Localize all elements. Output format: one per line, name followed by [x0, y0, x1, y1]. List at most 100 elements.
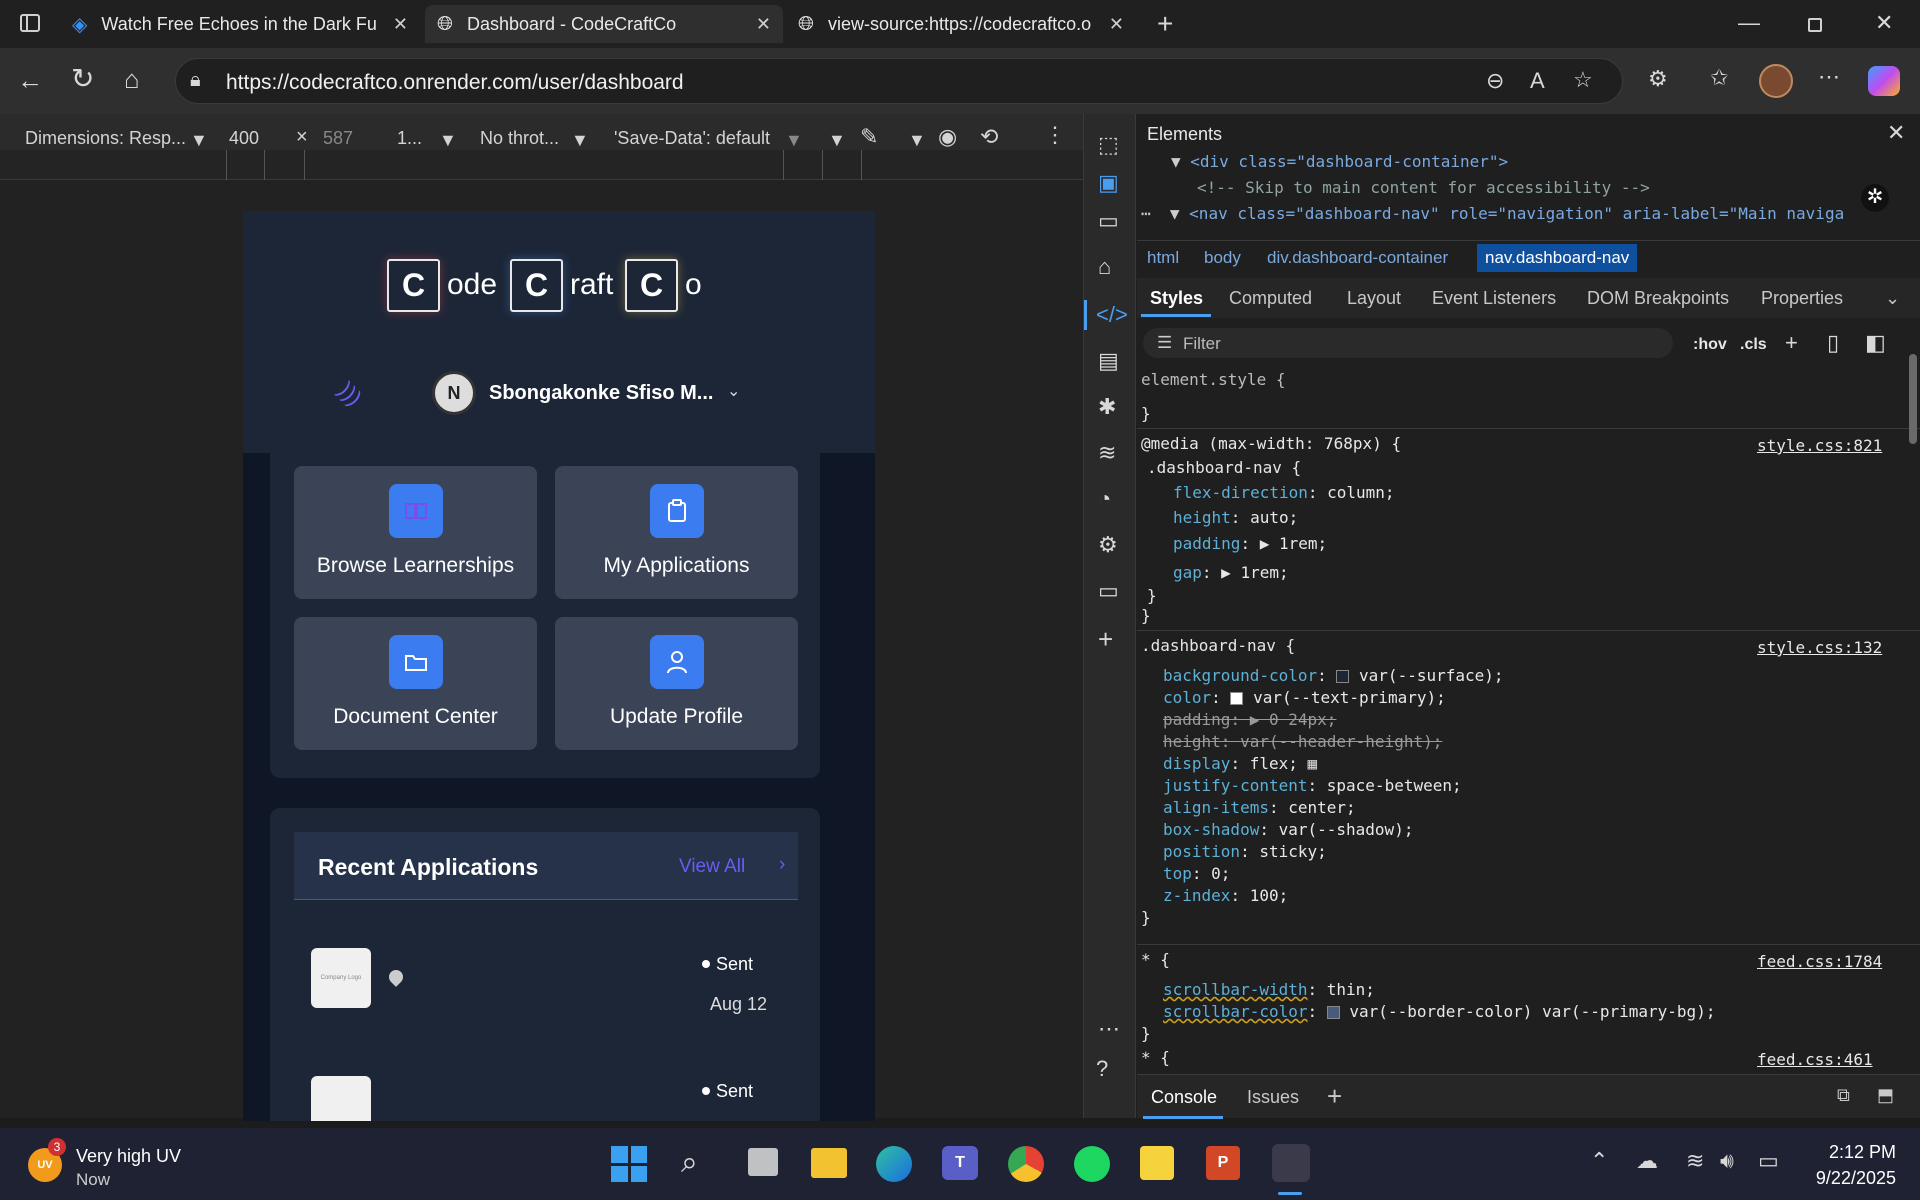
help-icon[interactable]: ? — [1096, 1058, 1108, 1080]
rule-selector[interactable]: * { — [1141, 1048, 1170, 1067]
more-icon[interactable]: ⋯ — [1098, 1018, 1120, 1040]
css-declaration[interactable]: gap: ▶ 1rem; — [1173, 563, 1289, 582]
sources-bug-icon[interactable]: ✱ — [1098, 396, 1116, 418]
file-explorer-icon[interactable] — [811, 1148, 847, 1178]
css-declaration[interactable]: box-shadow: var(--shadow); — [1163, 820, 1413, 839]
accessibility-icon[interactable]: ✲ — [1861, 184, 1889, 212]
application-icon[interactable]: ▭ — [1098, 580, 1119, 602]
tab-computed[interactable]: Computed — [1229, 288, 1312, 309]
card-document-center[interactable]: Document Center — [294, 617, 537, 750]
tab-issues[interactable]: Issues — [1247, 1087, 1299, 1108]
rss-feed-icon[interactable]: ))) — [333, 377, 367, 411]
css-declaration-overridden[interactable]: padding: ▶ 0 24px; — [1163, 710, 1336, 729]
breadcrumb-body[interactable]: body — [1204, 248, 1241, 268]
volume-icon[interactable]: 🔊︎ — [1720, 1150, 1734, 1172]
rule-selector[interactable]: * { — [1141, 950, 1170, 969]
tab-dom-breakpoints[interactable]: DOM Breakpoints — [1587, 288, 1729, 309]
user-avatar[interactable]: N — [432, 371, 476, 415]
minimize-button[interactable]: — — [1738, 12, 1760, 34]
css-declaration[interactable]: scrollbar-color: var(--border-color) var… — [1163, 1002, 1715, 1021]
clock-date[interactable]: 9/22/2025 — [1796, 1168, 1896, 1189]
drawer-dock-icon[interactable]: ⧉ — [1837, 1085, 1850, 1106]
save-data-select[interactable]: 'Save-Data': default — [614, 128, 770, 149]
dom-comment[interactable]: <!-- Skip to main content for accessibil… — [1197, 178, 1650, 197]
throttle-select[interactable]: No throt... — [480, 128, 559, 149]
chevron-down-icon[interactable]: ▼ — [908, 130, 926, 151]
sticky-notes-icon[interactable] — [1140, 1146, 1174, 1180]
more-options-icon[interactable]: ⋮ — [1044, 122, 1066, 148]
edge-icon[interactable] — [876, 1146, 912, 1182]
performance-icon[interactable]: ◔ — [1098, 488, 1111, 510]
console-icon[interactable]: ▤ — [1098, 350, 1119, 372]
chevron-down-icon[interactable]: ▼ — [190, 130, 208, 151]
breadcrumb-nav[interactable]: nav.dashboard-nav — [1477, 244, 1638, 272]
chevron-down-icon[interactable]: ⌄ — [1885, 288, 1900, 309]
close-icon[interactable]: ✕ — [1109, 14, 1124, 35]
css-declaration[interactable]: padding: ▶ 1rem; — [1173, 534, 1327, 553]
new-rule-icon[interactable]: + — [1785, 332, 1798, 354]
tab-actions-icon[interactable] — [20, 14, 40, 32]
breadcrumb-container[interactable]: div.dashboard-container — [1267, 248, 1448, 268]
css-declaration[interactable]: top: 0; — [1163, 864, 1230, 883]
paint-brush-icon[interactable]: ▯ — [1827, 332, 1839, 354]
card-update-profile[interactable]: Update Profile — [555, 617, 798, 750]
extensions-icon[interactable]: ⚙ — [1648, 68, 1668, 90]
profile-avatar[interactable] — [1759, 64, 1793, 98]
spotify-icon[interactable] — [1074, 1146, 1110, 1182]
css-declaration[interactable]: color: var(--text-primary); — [1163, 688, 1446, 707]
card-browse-learnerships[interactable]: Browse Learnerships — [294, 466, 537, 599]
tab-styles[interactable]: Styles — [1150, 288, 1203, 309]
search-icon[interactable]: ⌕ — [681, 1148, 698, 1178]
onedrive-icon[interactable]: ☁ — [1636, 1150, 1658, 1172]
powerpoint-icon[interactable]: P — [1206, 1146, 1240, 1180]
chevron-down-icon[interactable]: ⌄ — [727, 381, 740, 401]
chrome-icon[interactable] — [1008, 1146, 1044, 1182]
source-link[interactable]: feed.css:1784 — [1757, 952, 1882, 971]
close-devtools-icon[interactable]: ✕ — [1887, 122, 1905, 144]
css-declaration[interactable]: z-index: 100; — [1163, 886, 1288, 905]
dock-icon[interactable]: ▭ — [1098, 210, 1119, 232]
breadcrumb-html[interactable]: html — [1147, 248, 1179, 268]
start-windows-icon[interactable] — [611, 1146, 647, 1182]
height-input[interactable]: 587 — [323, 128, 353, 149]
back-button[interactable]: ← — [17, 67, 43, 93]
css-declaration[interactable]: scrollbar-width: thin; — [1163, 980, 1375, 999]
zoom-out-icon[interactable]: ⊖ — [1486, 70, 1504, 92]
tab-layout[interactable]: Layout — [1347, 288, 1401, 309]
teams-icon[interactable]: T — [942, 1146, 978, 1180]
add-drawer-tab-icon[interactable]: + — [1327, 1081, 1342, 1112]
chevron-down-icon[interactable]: ▼ — [828, 130, 846, 151]
styles-scrollbar[interactable] — [1909, 354, 1917, 444]
vision-icon[interactable]: ◉ — [938, 124, 957, 150]
eyedropper-icon[interactable]: ✎ — [860, 124, 878, 150]
css-declaration[interactable]: display: flex; ▦ — [1163, 754, 1317, 773]
drawer-expand-icon[interactable]: ⬒ — [1877, 1085, 1894, 1106]
welcome-home-icon[interactable]: ⌂ — [1098, 256, 1111, 278]
view-all-link[interactable]: View All — [679, 856, 745, 878]
chevron-right-icon[interactable]: › — [779, 854, 785, 876]
css-declaration[interactable]: background-color: var(--surface); — [1163, 666, 1504, 685]
more-menu-icon[interactable]: ⋯ — [1818, 66, 1840, 88]
favorite-star-icon[interactable]: ☆ — [1573, 69, 1593, 91]
clock-time[interactable]: 2:12 PM — [1806, 1142, 1896, 1163]
copilot-icon[interactable] — [1868, 66, 1900, 96]
css-declaration[interactable]: justify-content: space-between; — [1163, 776, 1462, 795]
css-declaration[interactable]: height: auto; — [1173, 508, 1298, 527]
source-link[interactable]: style.css:132 — [1757, 638, 1882, 657]
rule-selector[interactable]: .dashboard-nav { — [1141, 636, 1295, 655]
dom-node-selected[interactable]: ⋯ ▼ <nav class="dashboard-nav" role="nav… — [1141, 204, 1861, 223]
user-name[interactable]: Sbongakonke Sfiso M... — [489, 382, 713, 405]
snipping-tool-icon[interactable] — [1272, 1144, 1310, 1182]
restore-button[interactable] — [1808, 18, 1822, 32]
hov-toggle[interactable]: :hov — [1693, 336, 1727, 354]
styles-filter-input[interactable]: ☰ Filter — [1143, 328, 1673, 358]
flexbox-editor-icon[interactable]: ▦ — [1308, 754, 1318, 773]
css-declaration[interactable]: position: sticky; — [1163, 842, 1327, 861]
tab-event-listeners[interactable]: Event Listeners — [1432, 288, 1556, 309]
task-view-icon[interactable] — [748, 1148, 778, 1176]
zoom-select[interactable]: 1... — [397, 128, 422, 149]
rotate-icon[interactable]: ⟲ — [980, 124, 998, 150]
width-input[interactable]: 400 — [229, 128, 259, 149]
lock-icon[interactable]: 🔒︎ — [190, 70, 201, 90]
device-toggle-icon[interactable]: ▣ — [1098, 172, 1119, 194]
